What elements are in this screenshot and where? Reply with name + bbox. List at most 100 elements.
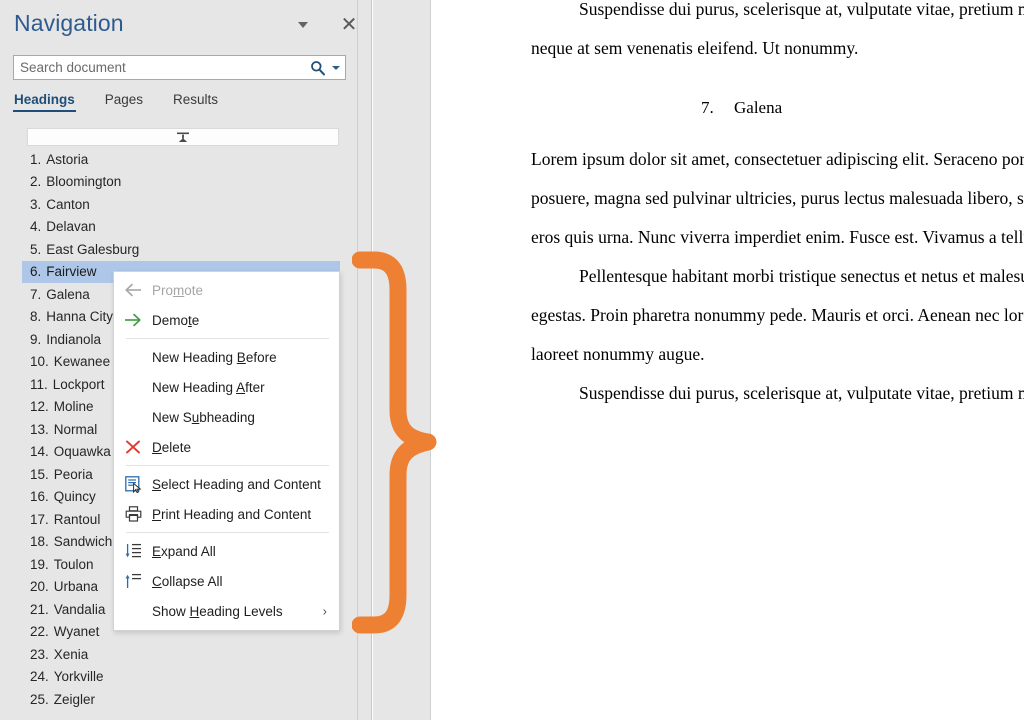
page-title: Navigation	[14, 10, 124, 36]
heading-item-label: Indianola	[46, 331, 102, 347]
document-page[interactable]: 6.FairviewLorem ipsum dolor sit amet, co…	[430, 0, 1024, 720]
collapse-up-icon	[177, 132, 189, 142]
search-icon-svg	[311, 60, 325, 75]
search-input[interactable]	[14, 56, 307, 79]
heading-item-label: Vandalia	[53, 601, 106, 617]
heading-item-number: 2.	[30, 174, 42, 190]
tab-pages[interactable]: Pages	[105, 92, 143, 112]
menu-item-label: Promote	[152, 282, 204, 298]
close-pane-button[interactable]: ✕	[337, 13, 361, 37]
heading-item-number: 16.	[30, 489, 49, 505]
menu-item-expand-all[interactable]: Expand All	[114, 536, 339, 566]
heading-item-number: 11.	[30, 376, 48, 392]
menu-item-collapse-all[interactable]: Collapse All	[114, 566, 339, 596]
heading-item-label: Wyanet	[53, 624, 100, 640]
menu-item-label: Demote	[152, 312, 200, 328]
heading-item-label: Moline	[53, 399, 94, 415]
arrow-left-icon	[114, 275, 152, 305]
menu-item-label: Expand All	[152, 543, 216, 559]
menu-icon-placeholder	[114, 402, 152, 432]
heading-list-item[interactable]: 24. Yorkville	[0, 666, 357, 689]
menu-item-label: Show Heading Levels	[152, 603, 283, 619]
heading-item-label: Zeigler	[53, 691, 96, 707]
heading-item-number: 3.	[30, 196, 42, 212]
chevron-down-icon	[331, 65, 340, 70]
menu-item-show-heading-levels[interactable]: Show Heading Levels ›	[114, 596, 339, 626]
heading-item-label: Sandwich	[53, 534, 113, 550]
heading-list-item[interactable]: 1. Astoria	[0, 148, 357, 171]
document-paragraph-line: eros quis urna. Nunc viverra imperdiet e…	[531, 227, 1024, 247]
heading-item-number: 13.	[30, 421, 49, 437]
menu-icon-placeholder	[114, 596, 152, 626]
close-icon: ✕	[340, 14, 358, 36]
nav-tabs: Headings Pages Results	[13, 92, 248, 118]
heading-item-label: Canton	[46, 196, 90, 212]
document-paragraph-line: Pellentesque habitant morbi tristique se…	[579, 266, 1024, 286]
document-paragraph-line: posuere, magna sed pulvinar ultricies, p…	[531, 188, 1024, 208]
app-window: Navigation ✕ Search document Headings Pa…	[0, 0, 1024, 720]
heading-item-label: Urbana	[53, 579, 99, 595]
heading-item-number: 24.	[30, 669, 49, 685]
printer-icon	[114, 499, 152, 529]
heading-item-number: 14.	[30, 444, 49, 460]
document-paragraph-line: Suspendisse dui purus, scelerisque at, v…	[579, 383, 1024, 403]
heading-item-number: 7.	[30, 286, 42, 302]
heading-item-number: 18.	[30, 534, 49, 550]
select-content-icon	[114, 469, 152, 499]
heading-item-number: 15.	[30, 466, 49, 482]
heading-item-number: 8.	[30, 309, 42, 325]
heading-item-label: Rantoul	[53, 511, 101, 527]
search-options-button[interactable]	[329, 56, 345, 79]
heading-list-item[interactable]: 2. Bloomington	[0, 171, 357, 194]
heading-list-item[interactable]: 5. East Galesburg	[0, 238, 357, 261]
document-paragraph-line: Suspendisse dui purus, scelerisque at, v…	[579, 0, 1024, 19]
heading-item-number: 1.	[30, 151, 42, 167]
heading-item-label: Peoria	[53, 466, 93, 482]
heading-item-label: Normal	[53, 421, 98, 437]
menu-item-demote[interactable]: Demote	[114, 305, 339, 335]
search-icon[interactable]	[307, 56, 329, 79]
heading-item-label: East Galesburg	[46, 241, 140, 257]
menu-item-select-heading-and-content[interactable]: Select Heading and Content	[114, 469, 339, 499]
menu-item-label: Collapse All	[152, 573, 223, 589]
headings-scroll-up-handle[interactable]	[27, 128, 339, 146]
heading-item-number: 19.	[30, 556, 49, 572]
menu-separator	[126, 465, 329, 466]
document-paragraph-line: neque at sem venenatis eleifend. Ut nonu…	[531, 38, 859, 58]
heading-item-label: Bloomington	[46, 174, 122, 190]
menu-item-label: Delete	[152, 439, 192, 455]
pane-options-button[interactable]	[292, 14, 314, 36]
chevron-right-icon: ›	[322, 603, 327, 619]
document-heading: 7. Galena	[431, 98, 1024, 118]
heading-item-label: Quincy	[53, 489, 96, 505]
menu-item-print-heading-and-content[interactable]: Print Heading and Content	[114, 499, 339, 529]
heading-item-label: Lockport	[52, 376, 105, 392]
heading-item-number: 22.	[30, 624, 49, 640]
document-pane: 6.FairviewLorem ipsum dolor sit amet, co…	[373, 0, 1024, 720]
delete-x-icon	[114, 432, 152, 462]
heading-context-menu[interactable]: Promote Demote New Heading Before New Headi…	[113, 271, 340, 631]
menu-item-new-heading-before[interactable]: New Heading Before	[114, 342, 339, 372]
heading-item-number: 6.	[30, 264, 42, 280]
heading-list-item[interactable]: 23. Xenia	[0, 643, 357, 666]
tab-headings[interactable]: Headings	[13, 92, 76, 112]
heading-item-number: 21.	[30, 601, 49, 617]
heading-list-item[interactable]: 3. Canton	[0, 193, 357, 216]
menu-item-new-subheading[interactable]: New Subheading	[114, 402, 339, 432]
search-box[interactable]	[13, 55, 346, 80]
menu-item-new-heading-after[interactable]: New Heading After	[114, 372, 339, 402]
heading-item-label: Fairview	[46, 264, 97, 280]
menu-icon-placeholder	[114, 372, 152, 402]
heading-item-number: 4.	[30, 219, 42, 235]
tab-results[interactable]: Results	[173, 92, 218, 112]
document-paragraph-line: laoreet nonummy augue.	[531, 344, 705, 364]
menu-item-label: Print Heading and Content	[152, 506, 312, 522]
heading-item-label: Galena	[46, 286, 90, 302]
menu-item-delete[interactable]: Delete	[114, 432, 339, 462]
heading-item-label: Xenia	[53, 646, 89, 662]
collapse-all-icon	[114, 566, 152, 596]
heading-list-item[interactable]: 25. Zeigler	[0, 688, 357, 711]
heading-item-label: Hanna City	[46, 309, 114, 325]
expand-all-icon	[114, 536, 152, 566]
heading-list-item[interactable]: 4. Delavan	[0, 216, 357, 239]
